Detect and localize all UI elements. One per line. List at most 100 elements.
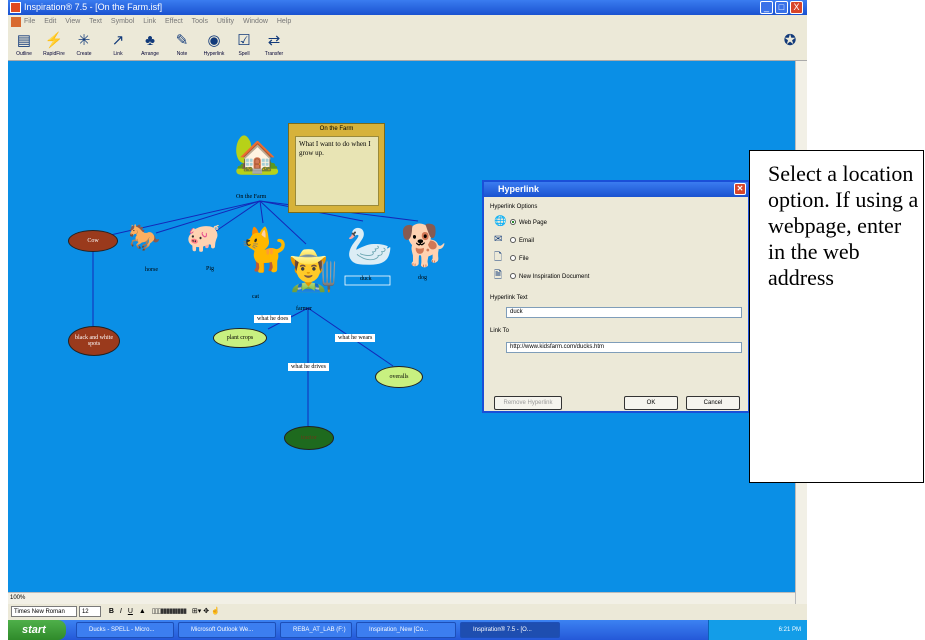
inspiration-doc-icon: 🗎 <box>494 270 503 281</box>
underline-button[interactable]: U <box>128 608 133 615</box>
task-outlook[interactable]: Microsoft Outlook We... <box>178 622 276 638</box>
rapidfire-button[interactable]: ⚡ RapidFire <box>40 31 68 59</box>
node-overalls[interactable]: overalls <box>375 366 423 388</box>
arrange-button[interactable]: ♣ Arrange <box>136 31 164 59</box>
outline-button[interactable]: ▤ Outline <box>10 31 38 59</box>
menu-file[interactable]: File <box>24 18 35 25</box>
node-pig[interactable]: Pig <box>206 266 214 272</box>
hyperlink-text-input[interactable]: duck <box>506 307 742 318</box>
horse-image[interactable]: 🐎 <box>128 224 160 250</box>
fill-palette[interactable]: ▯▯▯▮▮▮▮▮▮▮▮▮ <box>152 608 187 615</box>
farmer-image[interactable]: 👨‍🌾 <box>288 251 338 291</box>
menu-bar: File Edit View Text Symbol Link Effect T… <box>8 15 807 29</box>
menu-link[interactable]: Link <box>143 18 156 25</box>
cancel-button[interactable]: Cancel <box>686 396 740 410</box>
spell-icon: ☑ <box>237 32 251 49</box>
link-to-label: Link To <box>490 328 509 334</box>
horizontal-scrollbar[interactable]: 100% <box>8 592 795 604</box>
menu-view[interactable]: View <box>65 18 80 25</box>
task-reba-lab[interactable]: REBA_AT_LAB (F:) <box>280 622 352 638</box>
close-button[interactable]: X <box>790 1 803 14</box>
option-new-document[interactable]: 🗎 New Inspiration Document <box>494 269 589 283</box>
menu-tools[interactable]: Tools <box>192 18 208 25</box>
link-label-wears[interactable]: what he wears <box>335 334 376 342</box>
toolbar: ▤ Outline ⚡ RapidFire ✳ Create ↗ Link ♣ Arran… <box>8 29 807 61</box>
text-color-icon[interactable]: ▲ <box>139 608 146 615</box>
spell-button[interactable]: ☑ Spell <box>230 31 258 59</box>
node-tractor[interactable]: tractor <box>284 426 334 450</box>
note-button[interactable]: ✎ Note <box>168 31 196 59</box>
task-inspiration-active[interactable]: Inspiration® 7.5 - [O... <box>460 622 560 638</box>
help-button[interactable]: ✪ <box>776 31 804 59</box>
note-icon: ✎ <box>175 32 189 49</box>
radio-email[interactable] <box>510 237 516 244</box>
node-spots[interactable]: black and white spots <box>68 326 120 356</box>
node-plant-crops[interactable]: plant crops <box>213 328 267 348</box>
minimize-button[interactable]: _ <box>760 1 773 14</box>
link-icon: ↗ <box>111 32 125 49</box>
globe-icon: 🌐 <box>494 216 507 227</box>
menu-edit[interactable]: Edit <box>44 18 56 25</box>
dog-image[interactable]: 🐕 <box>400 226 450 266</box>
remove-hyperlink-button[interactable]: Remove Hyperlink <box>494 396 562 410</box>
link-to-input[interactable]: http://www.kidsfarm.com/ducks.htm <box>506 342 742 353</box>
maximize-button[interactable]: □ <box>775 1 788 14</box>
title-bar: Inspiration® 7.5 - [On the Farm.isf] _ □… <box>8 0 807 15</box>
zoom-level[interactable]: 100% <box>10 594 25 603</box>
font-select[interactable]: Times New Roman <box>11 605 77 617</box>
menu-symbol[interactable]: Symbol <box>111 18 134 25</box>
font-size-select[interactable]: 12 <box>78 605 101 617</box>
window-title: Inspiration® 7.5 - [On the Farm.isf] <box>24 2 163 12</box>
menu-utility[interactable]: Utility <box>217 18 234 25</box>
node-horse[interactable]: horse <box>145 267 158 273</box>
duck-image[interactable]: 🦢 <box>346 228 393 266</box>
radio-web-page[interactable] <box>510 219 516 226</box>
farm-image[interactable]: 🏡 <box>230 136 285 174</box>
note-text[interactable]: What I want to do when I grow up. <box>295 136 379 206</box>
hyperlink-button[interactable]: ◉ Hyperlink <box>200 31 228 59</box>
link-button[interactable]: ↗ Link <box>104 31 132 59</box>
task-inspiration-new[interactable]: Inspiration_New [Co... <box>356 622 456 638</box>
italic-button[interactable]: I <box>120 608 122 615</box>
outline-icon: ▤ <box>16 32 32 49</box>
node-cat[interactable]: cat <box>252 294 259 300</box>
dialog-title: Hyperlink <box>498 184 540 194</box>
create-icon: ✳ <box>77 32 91 49</box>
menu-help[interactable]: Help <box>277 18 291 25</box>
radio-file[interactable] <box>510 255 516 262</box>
cat-image[interactable]: 🐈 <box>238 229 290 271</box>
option-email[interactable]: ✉ Email <box>494 233 534 247</box>
node-cow[interactable]: Cow <box>68 230 118 252</box>
node-duck[interactable]: duck <box>360 276 372 282</box>
bold-button[interactable]: B <box>109 608 114 615</box>
menu-window[interactable]: Window <box>243 18 268 25</box>
envelope-icon: ✉ <box>494 234 503 245</box>
pig-image[interactable]: 🐖 <box>186 224 221 252</box>
link-label-drives[interactable]: what he drives <box>288 363 329 371</box>
effects-icon[interactable]: ⊞▾ ✥ ☝ <box>192 608 220 615</box>
menu-effect[interactable]: Effect <box>165 18 183 25</box>
inspiration-window: Inspiration® 7.5 - [On the Farm.isf] _ □… <box>8 0 807 640</box>
dialog-close-button[interactable]: ✕ <box>734 183 746 195</box>
task-ducks-spell[interactable]: Ducks - SPELL - Micro... <box>76 622 174 638</box>
link-label-does[interactable]: what he does <box>254 315 292 323</box>
clock[interactable]: 6:21 PM <box>779 627 801 633</box>
radio-new-document[interactable] <box>510 273 516 280</box>
main-topic-label[interactable]: On the Farm <box>236 194 266 200</box>
note-title: On the Farm <box>319 126 354 132</box>
create-button[interactable]: ✳ Create <box>70 31 98 59</box>
options-group-label: Hyperlink Options <box>490 204 538 210</box>
instruction-callout: Select a location option. If using a web… <box>749 150 924 483</box>
node-farmer[interactable]: farmer <box>296 306 312 312</box>
document-icon <box>11 17 21 27</box>
option-file[interactable]: 🗋 File <box>494 251 529 265</box>
start-button[interactable]: start <box>8 620 66 640</box>
menu-text[interactable]: Text <box>89 18 102 25</box>
option-web-page[interactable]: 🌐 Web Page <box>494 215 547 229</box>
note-box[interactable]: On the Farm What I want to do when I gro… <box>288 123 385 213</box>
transfer-button[interactable]: ⇄ Transfer <box>260 31 288 59</box>
ok-button[interactable]: OK <box>624 396 678 410</box>
format-bar: Times New Roman 12 B I U ▲ ▯▯▯▮▮▮▮▮▮▮▮▮ … <box>8 604 807 620</box>
hyperlink-dialog: Hyperlink ✕ Hyperlink Options 🌐 Web Page … <box>482 180 750 413</box>
node-dog[interactable]: dog <box>418 275 427 281</box>
